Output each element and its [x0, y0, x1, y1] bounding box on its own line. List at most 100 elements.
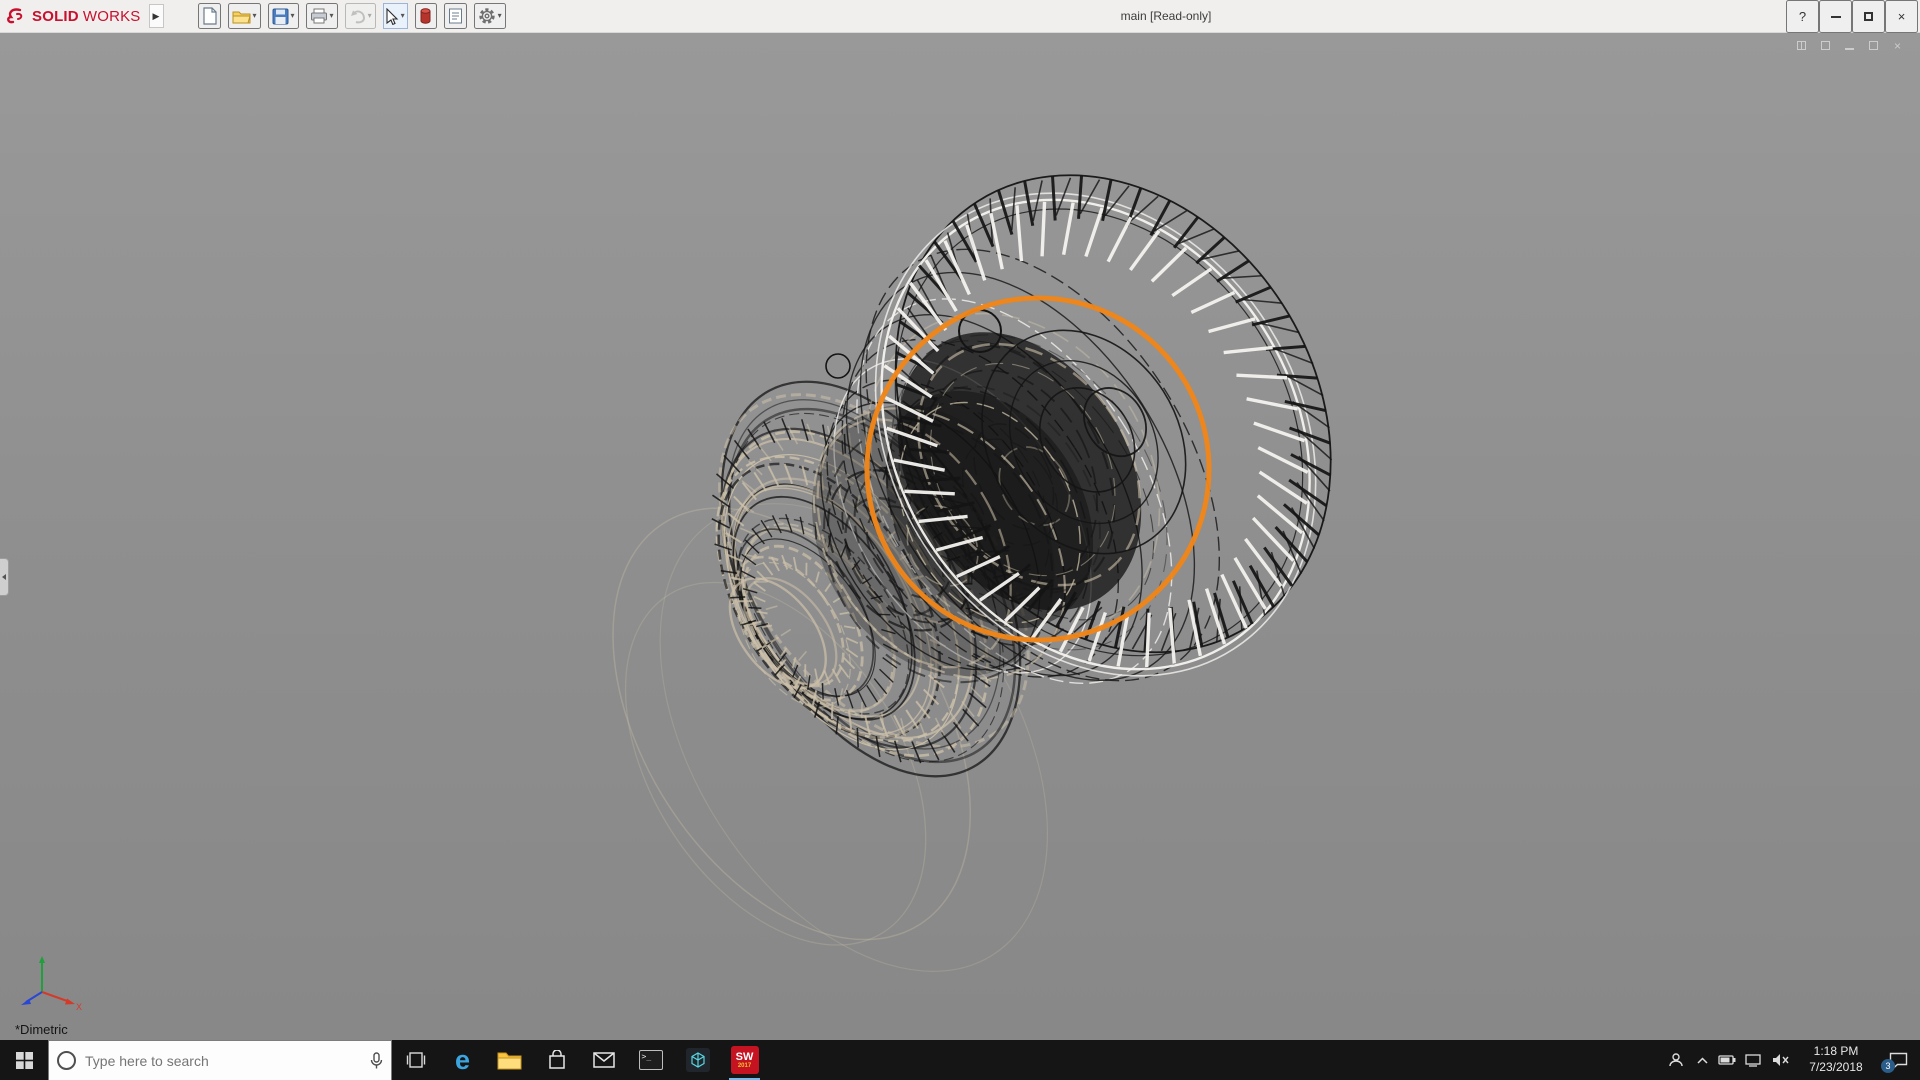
- command-prompt-button[interactable]: >_: [627, 1040, 674, 1080]
- open-dropdown-caret-icon[interactable]: ▾: [253, 12, 257, 20]
- battery-icon: [1718, 1055, 1736, 1065]
- file-properties-button[interactable]: [443, 3, 467, 29]
- doc-close-button[interactable]: ×: [1891, 39, 1904, 52]
- split-pane-icon: [1797, 41, 1806, 50]
- new-document-button[interactable]: [197, 3, 221, 29]
- network-display-icon: [1745, 1053, 1761, 1067]
- new-document-icon: [202, 7, 217, 25]
- taskbar-clock[interactable]: 1:18 PM 7/23/2018: [1796, 1040, 1876, 1080]
- task-view-button[interactable]: [392, 1040, 439, 1080]
- graphics-viewport[interactable]: × X *Dimetric: [0, 33, 1920, 1040]
- cad-utility-button[interactable]: [674, 1040, 721, 1080]
- system-tray: 1:18 PM 7/23/2018 3: [1662, 1040, 1920, 1080]
- microsoft-store-button[interactable]: [533, 1040, 580, 1080]
- view-orientation-label: *Dimetric: [15, 1022, 68, 1037]
- print-icon: [310, 8, 327, 24]
- open-folder-icon: [232, 11, 251, 23]
- save-button[interactable]: ▾: [267, 3, 299, 29]
- mail-envelope-icon: [592, 1052, 615, 1068]
- network-button[interactable]: [1740, 1040, 1766, 1080]
- brand-text-works: WORKS: [82, 7, 141, 25]
- solidworks-window: SOLID WORKS ▶ ▾ ▾ ▾ ▾ ▾ ▾ main [Read-onl…: [0, 0, 1920, 1080]
- doc-restore-icon: [1869, 41, 1878, 50]
- open-document-button[interactable]: ▾: [227, 3, 261, 29]
- cortana-icon: [57, 1051, 76, 1070]
- search-input[interactable]: [85, 1052, 361, 1069]
- options-dropdown-caret-icon[interactable]: ▾: [498, 12, 502, 20]
- select-arrow-icon: [386, 7, 398, 25]
- volume-button[interactable]: [1766, 1040, 1796, 1080]
- print-dropdown-caret-icon[interactable]: ▾: [330, 12, 334, 20]
- people-button[interactable]: [1662, 1040, 1690, 1080]
- clock-time: 1:18 PM: [1813, 1044, 1859, 1059]
- task-view-icon: [406, 1052, 425, 1068]
- solidworks-taskbar-button[interactable]: SW 2017: [721, 1040, 768, 1080]
- microphone-icon[interactable]: [370, 1051, 383, 1070]
- action-center-button[interactable]: 3: [1876, 1040, 1920, 1080]
- clock-date: 7/23/2018: [1809, 1060, 1863, 1074]
- quick-access-toolbar: ▾ ▾ ▾ ▾ ▾ ▾: [197, 3, 506, 29]
- gear-icon: [478, 8, 495, 24]
- window-controls: ? ×: [1786, 0, 1918, 33]
- close-icon: ×: [1897, 9, 1906, 24]
- minimize-button[interactable]: [1819, 0, 1852, 33]
- print-button[interactable]: ▾: [305, 3, 338, 29]
- battery-button[interactable]: [1714, 1040, 1740, 1080]
- folder-icon: [497, 1052, 522, 1070]
- document-title: main [Read-only]: [1120, 9, 1212, 23]
- save-floppy-icon: [272, 8, 289, 24]
- doc-minimize-button[interactable]: [1843, 39, 1856, 52]
- sw-icon-year: 2017: [737, 1062, 752, 1069]
- sw-icon-text: SW: [735, 1050, 754, 1063]
- help-button[interactable]: ?: [1786, 0, 1819, 33]
- file-explorer-button[interactable]: [486, 1040, 533, 1080]
- dassault-logo-icon: [7, 8, 23, 24]
- undo-dropdown-caret-icon[interactable]: ▾: [368, 12, 372, 20]
- solidworks-logo: SOLID WORKS: [0, 7, 149, 25]
- mail-button[interactable]: [580, 1040, 627, 1080]
- feature-panel-collapse-tab[interactable]: [0, 558, 9, 596]
- taskbar-search-box[interactable]: [48, 1040, 392, 1080]
- expand-arrow-icon: ▶: [152, 10, 160, 21]
- hidden-icons-button[interactable]: [1690, 1040, 1714, 1080]
- edge-icon: e: [454, 1044, 471, 1075]
- windows-logo-icon: [15, 1051, 33, 1069]
- cube-app-icon: [685, 1048, 710, 1072]
- select-dropdown-caret-icon[interactable]: ▾: [401, 12, 405, 20]
- document-window-controls: ×: [1795, 39, 1904, 52]
- notification-badge: 3: [1881, 1059, 1895, 1073]
- undo-button[interactable]: ▾: [344, 3, 376, 29]
- doc-pane-button[interactable]: [1795, 39, 1808, 52]
- help-icon: ?: [1798, 9, 1807, 24]
- speaker-muted-icon: [1773, 1054, 1789, 1066]
- orientation-triad: X: [21, 956, 82, 1012]
- doc-close-icon: ×: [1893, 38, 1901, 53]
- pane-icon: [1821, 41, 1830, 50]
- save-dropdown-caret-icon[interactable]: ▾: [291, 12, 295, 20]
- edge-browser-button[interactable]: e: [439, 1040, 486, 1080]
- people-icon: [1669, 1053, 1683, 1067]
- engine-wireframe-model: [612, 174, 1333, 972]
- command-prompt-icon: >_: [638, 1050, 663, 1070]
- properties-sheet-icon: [448, 8, 462, 24]
- doc-restore-button[interactable]: [1867, 39, 1880, 52]
- x-axis-label: X: [76, 1002, 82, 1012]
- chevron-up-icon: [1696, 1056, 1708, 1064]
- store-bag-icon: [548, 1050, 565, 1069]
- start-button[interactable]: [0, 1040, 48, 1080]
- red-cylinder-icon: [420, 8, 431, 24]
- maximize-button[interactable]: [1852, 0, 1885, 33]
- brand-text-solid: SOLID: [32, 7, 79, 25]
- select-tool-button[interactable]: ▾: [382, 3, 408, 29]
- windows-taskbar: e >_: [0, 1040, 1920, 1080]
- doc-minimize-icon: [1845, 48, 1854, 50]
- close-button[interactable]: ×: [1885, 0, 1918, 33]
- maximize-icon: [1864, 12, 1873, 21]
- options-button[interactable]: ▾: [473, 3, 506, 29]
- undo-icon: [350, 9, 365, 23]
- menu-expand-button[interactable]: ▶: [148, 4, 164, 28]
- xpress-products-button[interactable]: [414, 3, 437, 29]
- doc-pane2-button[interactable]: [1819, 39, 1832, 52]
- minimize-icon: [1830, 15, 1841, 18]
- titlebar: SOLID WORKS ▶ ▾ ▾ ▾ ▾ ▾ ▾ main [Read-onl…: [0, 0, 1920, 33]
